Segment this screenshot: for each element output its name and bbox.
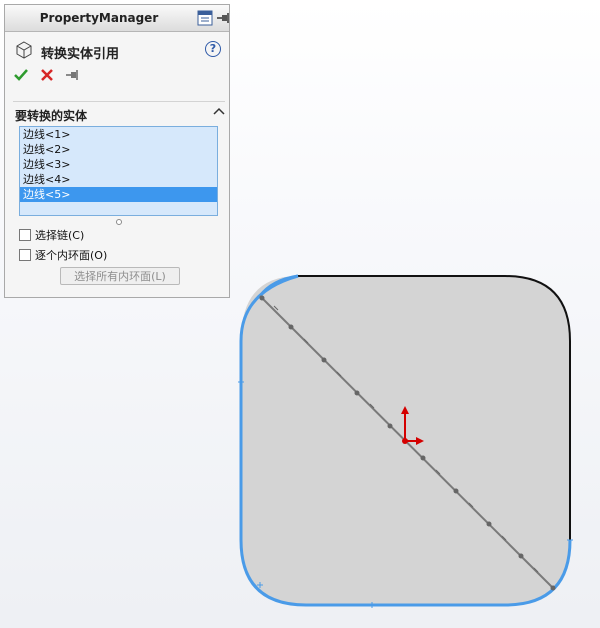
pin-icon[interactable] [215,10,231,26]
property-manager-title: PropertyManager [39,11,159,25]
inner-loops-label: 逐个内环面(O) [35,249,108,262]
list-resize-handle[interactable] [116,219,122,225]
feature-title-row: 转换实体引用 ? [15,41,225,62]
inner-loops-checkbox[interactable] [19,249,31,261]
collapse-chevron-icon[interactable] [213,106,225,116]
cancel-x-icon[interactable] [39,67,55,83]
convert-entities-icon [16,41,32,59]
list-item[interactable]: 边线<1> [20,127,217,142]
help-icon[interactable]: ? [205,41,221,57]
action-buttons [13,67,113,87]
ok-checkmark-icon[interactable] [13,67,29,83]
list-item-selected[interactable]: 边线<5> [20,187,217,202]
select-chain-label: 选择链(C) [35,229,85,242]
inner-loops-option[interactable]: 逐个内环面(O) [19,247,107,263]
select-all-inner-loops-button[interactable]: 选择所有内环面(L) [60,267,180,285]
entities-group-title: 要转换的实体 [15,109,88,123]
keep-visible-pin-icon[interactable] [65,67,81,83]
property-manager-panel: PropertyManager 转换实体引用 ? 要转换的实体 边线<1> 边线… [4,4,230,298]
property-manager-header: PropertyManager [5,5,229,32]
select-chain-checkbox[interactable] [19,229,31,241]
list-item[interactable]: 边线<3> [20,157,217,172]
feature-title: 转换实体引用 [41,47,120,62]
select-chain-option[interactable]: 选择链(C) [19,227,84,243]
entities-group-header[interactable]: 要转换的实体 [13,101,225,123]
list-item[interactable]: 边线<2> [20,142,217,157]
entities-to-convert-list[interactable]: 边线<1> 边线<2> 边线<3> 边线<4> 边线<5> [19,126,218,216]
list-item[interactable]: 边线<4> [20,172,217,187]
panel-layout-icon[interactable] [197,10,213,26]
